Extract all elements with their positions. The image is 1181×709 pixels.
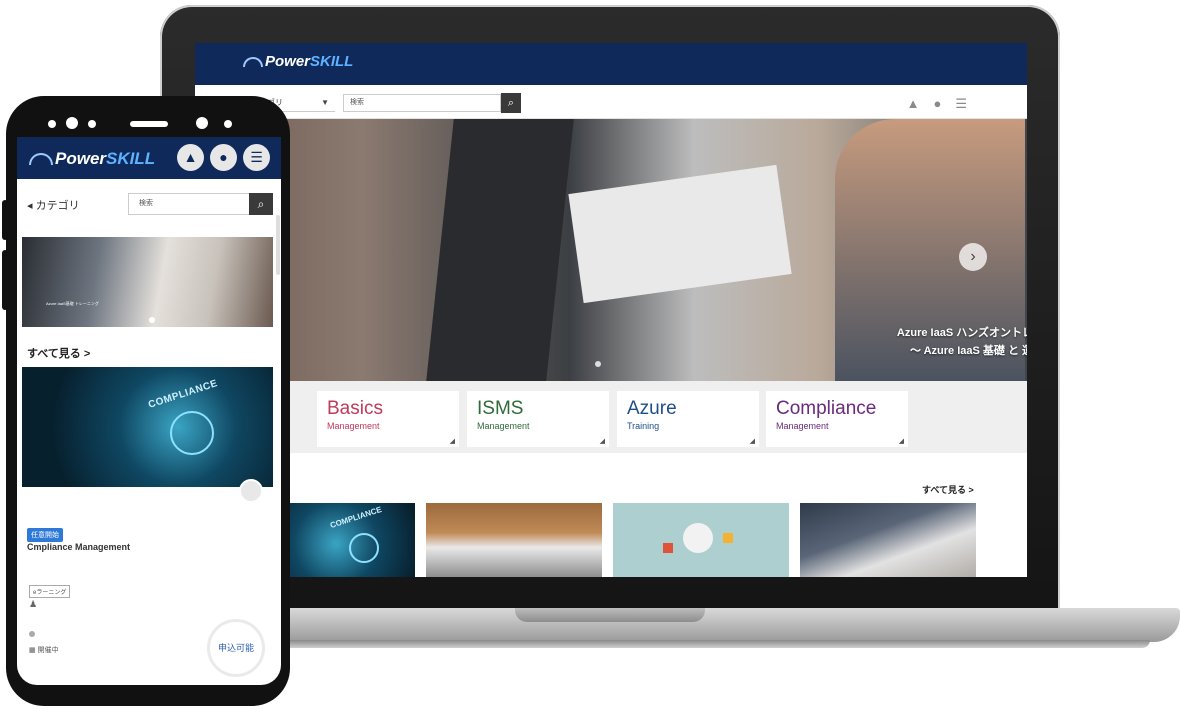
powerskill-logo[interactable]: Power SKILL bbox=[243, 53, 353, 70]
scrollbar[interactable] bbox=[276, 215, 280, 275]
status-dot-icon bbox=[29, 631, 35, 637]
phone-front-camera-icon bbox=[196, 117, 208, 129]
cloud-logo-icon bbox=[29, 153, 53, 165]
laptop-header: Power SKILL bbox=[195, 43, 1027, 85]
search-icon: ⌕ bbox=[257, 197, 265, 211]
powerskill-logo[interactable]: Power SKILL bbox=[29, 149, 155, 169]
phone-header: Power SKILL ▲ ● ☰ bbox=[17, 137, 281, 179]
cloud-logo-icon bbox=[243, 56, 263, 67]
see-all-link[interactable]: すべて見る > bbox=[922, 483, 974, 496]
user-icon[interactable]: ● bbox=[210, 144, 237, 171]
category-card-title: Compliance bbox=[776, 398, 877, 419]
course-card-image[interactable]: COMPLIANCE bbox=[22, 367, 273, 487]
phone-screen: Power SKILL ▲ ● ☰ ◂ カテゴリ 検索 ⌕ Azure IaaS… bbox=[17, 137, 281, 685]
thumb-compliance-text: COMPLIANCE bbox=[328, 504, 383, 531]
course-image-text: COMPLIANCE bbox=[147, 378, 220, 411]
shield-icon bbox=[170, 411, 214, 455]
corner-arrow-icon: ◢ bbox=[599, 438, 605, 445]
course-title[interactable]: Cmpliance Management bbox=[27, 542, 130, 552]
phone-side-button bbox=[2, 200, 8, 240]
hero-caption-line1: Azure IaaS ハンズオントレ bbox=[896, 327, 1027, 339]
menu-icon[interactable]: ☰ bbox=[955, 96, 967, 112]
phone-sensor-dot bbox=[224, 120, 232, 128]
user-icon: ♟ bbox=[29, 599, 38, 609]
laptop-notch bbox=[515, 608, 705, 622]
header-icons: ▲ ● ☰ bbox=[907, 96, 967, 112]
category-card-basics[interactable]: Basics Management ◢ bbox=[317, 391, 459, 447]
category-card-subtitle: Management bbox=[327, 421, 380, 431]
search-icon: ⌕ bbox=[507, 97, 515, 109]
laptop-screen: Power SKILL カテゴリ ▼ 検索 ⌕ ▲ ● ☰ › Azure Ia… bbox=[195, 43, 1027, 577]
course-thumbnail-laptops[interactable] bbox=[426, 503, 602, 577]
menu-icon[interactable]: ☰ bbox=[243, 144, 270, 171]
phone-sensor-dot bbox=[88, 120, 96, 128]
hero-caption: Azure IaaS ハンズオントレ ～ Azure IaaS 基礎 と 運 bbox=[897, 324, 1027, 360]
hero-carousel[interactable]: › Azure IaaS ハンズオントレ ～ Azure IaaS 基礎 と 運 bbox=[195, 119, 1027, 381]
carousel-indicator-dot[interactable] bbox=[595, 361, 601, 367]
category-card-title: Basics bbox=[327, 398, 383, 419]
category-card-compliance[interactable]: Compliance Management ◢ bbox=[766, 391, 908, 447]
hero-caption-line2: ～ Azure IaaS 基礎 と 運 bbox=[909, 345, 1027, 357]
caret-down-icon: ▼ bbox=[321, 98, 329, 107]
chevron-right-icon: › bbox=[970, 248, 976, 265]
search-button[interactable]: ⌕ bbox=[501, 93, 521, 113]
category-card-subtitle: Management bbox=[776, 421, 829, 431]
favorite-button[interactable] bbox=[239, 479, 263, 503]
calendar-icon: ▦ bbox=[29, 647, 36, 654]
search-button[interactable]: ⌕ bbox=[249, 193, 273, 215]
phone-camera-icon bbox=[66, 117, 78, 129]
course-thumbnail-icons[interactable] bbox=[613, 503, 789, 577]
phone-side-button bbox=[2, 250, 8, 310]
phone-banner-carousel[interactable]: Azure IaaS基礎 トレーニング bbox=[22, 237, 273, 327]
hero-paper-shape bbox=[568, 164, 792, 304]
corner-arrow-icon: ◢ bbox=[749, 438, 755, 445]
status-badge: 任意開始 bbox=[27, 528, 63, 542]
course-status-text: 開催中 bbox=[37, 647, 59, 654]
category-select[interactable]: ◂ カテゴリ bbox=[27, 197, 80, 213]
course-thumbnail-meeting[interactable] bbox=[800, 503, 976, 577]
hero-monitor-shape bbox=[426, 119, 574, 381]
corner-arrow-icon: ◢ bbox=[898, 438, 904, 445]
category-card-title: ISMS bbox=[477, 398, 524, 419]
phone-camera-dot bbox=[48, 120, 56, 128]
phone-speaker bbox=[130, 121, 168, 127]
category-card-azure[interactable]: Azure Training ◢ bbox=[617, 391, 759, 447]
logo-skill-text: SKILL bbox=[310, 53, 354, 70]
laptop-foot bbox=[160, 640, 1150, 648]
search-input[interactable]: 検索 bbox=[128, 193, 250, 215]
laptop-toolbar: カテゴリ ▼ 検索 ⌕ ▲ ● ☰ bbox=[195, 85, 1027, 119]
user-icon[interactable]: ● bbox=[933, 96, 941, 112]
course-type-tag: eラーニング bbox=[29, 585, 71, 598]
banner-caption: Azure IaaS基礎 トレーニング bbox=[46, 301, 99, 306]
logo-power-text: Power bbox=[55, 149, 107, 168]
carousel-next-button[interactable]: › bbox=[959, 243, 987, 271]
apply-button[interactable]: 申込可能 bbox=[207, 619, 265, 677]
carousel-indicator-dot[interactable] bbox=[149, 317, 155, 323]
logo-power-text: Power bbox=[265, 53, 311, 70]
bell-icon[interactable]: ▲ bbox=[177, 144, 204, 171]
see-all-link[interactable]: すべて見る > bbox=[27, 345, 90, 361]
corner-arrow-icon: ◢ bbox=[449, 438, 455, 445]
search-input[interactable]: 検索 bbox=[343, 94, 501, 112]
shield-icon bbox=[349, 533, 379, 563]
category-card-subtitle: Training bbox=[627, 421, 660, 431]
category-cards: Basics Management ◢ ISMS Management ◢ Az… bbox=[195, 381, 1027, 453]
logo-skill-text: SKILL bbox=[106, 149, 156, 168]
category-card-isms[interactable]: ISMS Management ◢ bbox=[467, 391, 609, 447]
category-card-title: Azure bbox=[627, 398, 677, 419]
category-card-subtitle: Management bbox=[477, 421, 530, 431]
bell-icon[interactable]: ▲ bbox=[907, 96, 920, 112]
course-status: ▦ 開催中 bbox=[29, 645, 59, 655]
